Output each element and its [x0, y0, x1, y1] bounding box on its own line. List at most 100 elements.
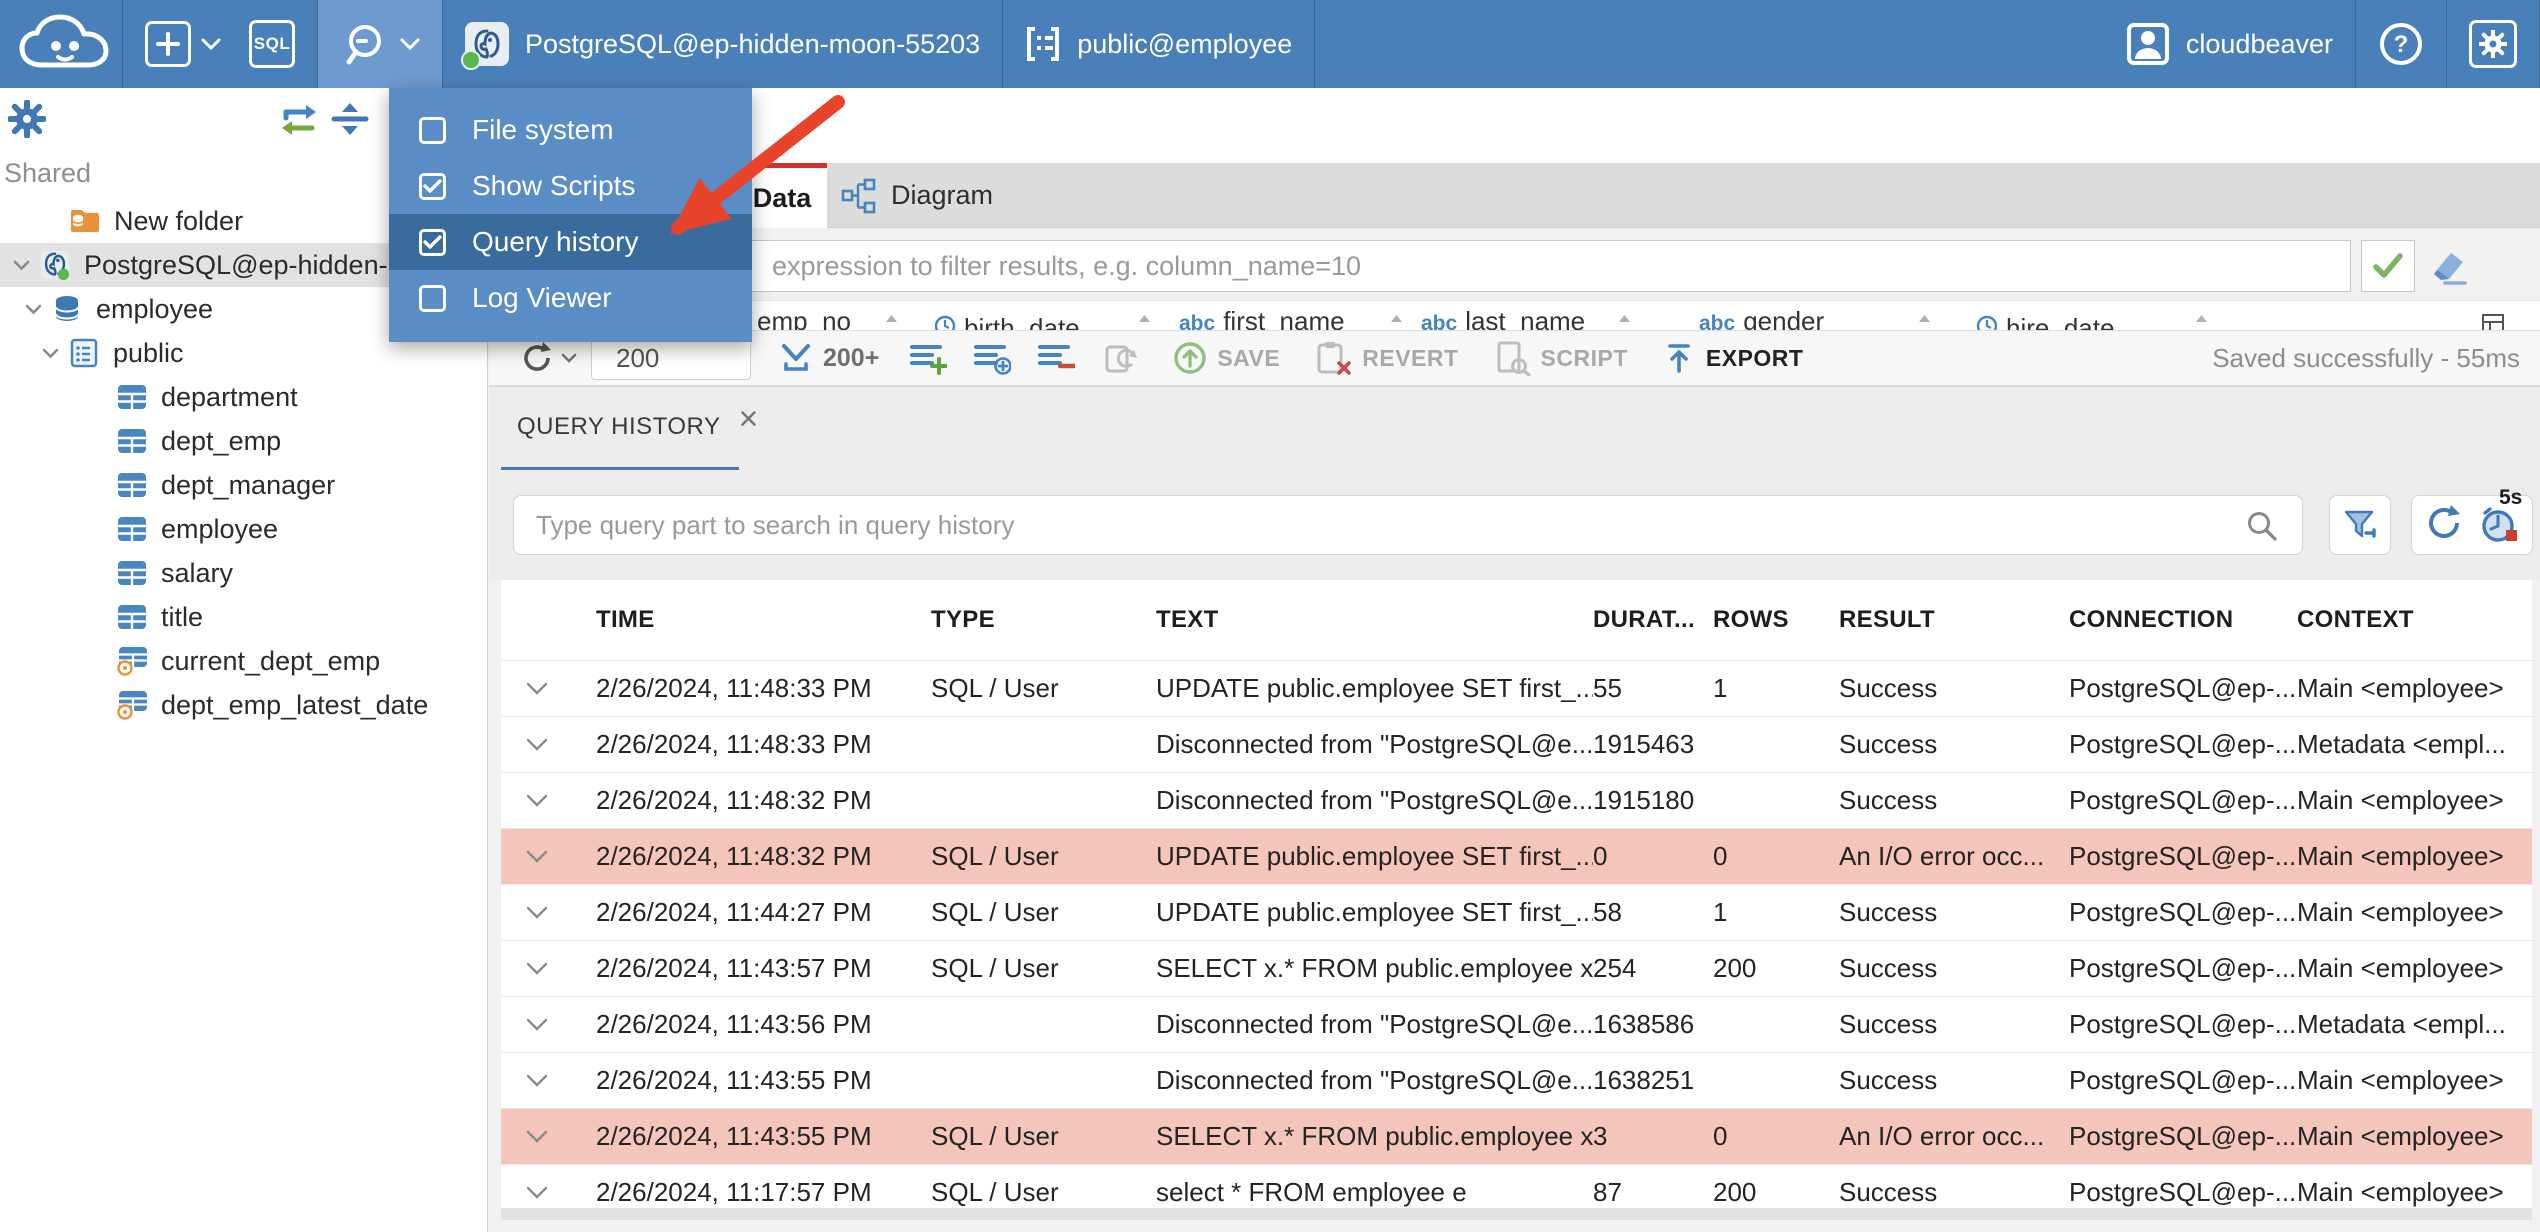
grid-col-first-name[interactable]: abc first_name — [1179, 301, 1345, 330]
checkbox[interactable] — [419, 172, 446, 200]
row-expand-chevron[interactable] — [501, 1074, 596, 1088]
sync-connection-icon[interactable] — [276, 102, 322, 143]
collapse-all-icon[interactable] — [330, 100, 370, 143]
tab-query-history[interactable]: QUERY HISTORY × — [501, 387, 758, 471]
grid-col-hire-date[interactable]: hire_date — [1976, 301, 2114, 330]
tools-menu-item[interactable]: Query history — [389, 214, 752, 270]
sort-icon[interactable] — [1389, 301, 1404, 330]
col-text[interactable]: TEXT — [1156, 606, 1593, 634]
row-limit-input[interactable] — [591, 336, 751, 380]
row-expand-chevron[interactable] — [501, 1018, 596, 1032]
sort-icon[interactable] — [1917, 301, 1932, 330]
sql-icon: SQL — [249, 20, 295, 68]
history-refresh-button[interactable] — [2424, 503, 2464, 548]
row-context: Main <employee> — [2297, 1121, 2504, 1151]
tree-item[interactable]: salary — [0, 551, 487, 595]
col-result[interactable]: RESULT — [1839, 606, 2069, 634]
duplicate-row-button[interactable] — [973, 341, 1012, 375]
tree-item[interactable]: dept_emp — [0, 419, 487, 463]
row-expand-chevron[interactable] — [501, 1130, 596, 1144]
help-button[interactable]: ? — [2356, 0, 2446, 88]
query-history-row[interactable]: 2/26/2024, 11:44:27 PM SQL / User UPDATE… — [501, 884, 2532, 940]
tab-diagram[interactable]: Diagram — [841, 163, 993, 228]
row-expand-chevron[interactable] — [501, 962, 596, 976]
grid-col-last-name[interactable]: abc last_name — [1421, 301, 1585, 330]
query-history-row[interactable]: 2/26/2024, 11:43:57 PM SQL / User SELECT… — [501, 940, 2532, 996]
plus-icon — [145, 21, 191, 67]
query-history-search-input[interactable] — [513, 495, 2303, 555]
horizontal-scrollbar[interactable] — [501, 1208, 2532, 1220]
grid-col-birth-date[interactable]: birth_date — [934, 301, 1080, 330]
col-time[interactable]: TIME — [596, 606, 931, 634]
script-button[interactable]: SCRIPT — [1493, 340, 1628, 376]
fetch-more-button[interactable]: 200+ — [779, 342, 909, 374]
revert-button[interactable]: REVERT — [1314, 340, 1458, 376]
checkbox[interactable] — [419, 284, 446, 312]
checkbox[interactable] — [419, 116, 446, 144]
col-connection[interactable]: CONNECTION — [2069, 606, 2297, 634]
new-connection-button[interactable] — [123, 0, 243, 88]
add-row-button[interactable] — [909, 341, 948, 375]
query-history-row[interactable]: 2/26/2024, 11:43:56 PM Disconnected from… — [501, 996, 2532, 1052]
row-connection: PostgreSQL@ep-... — [2069, 1121, 2297, 1151]
col-context[interactable]: CONTEXT — [2297, 606, 2532, 634]
save-button[interactable]: SAVE — [1173, 341, 1280, 375]
row-duration: 1915463 — [1593, 729, 1695, 759]
tree-item-label: department — [161, 381, 298, 412]
sort-icon[interactable] — [884, 301, 899, 330]
col-duration[interactable]: DURAT... — [1593, 606, 1713, 634]
tree-item[interactable]: dept_emp_latest_date — [0, 683, 487, 727]
query-history-row[interactable]: 2/26/2024, 11:43:55 PM SQL / User SELECT… — [501, 1108, 2532, 1164]
grid-settings-icon[interactable] — [2481, 301, 2505, 330]
query-history-row[interactable]: 2/26/2024, 11:43:55 PM Disconnected from… — [501, 1052, 2532, 1108]
tree-item[interactable]: dept_manager — [0, 463, 487, 507]
tools-menu-item[interactable]: Log Viewer — [389, 270, 752, 326]
tools-menu-item[interactable]: Show Scripts — [389, 158, 752, 214]
tree-item[interactable]: department — [0, 375, 487, 419]
apply-filter-button[interactable] — [2361, 240, 2415, 292]
sort-icon[interactable] — [2194, 301, 2209, 330]
schema-context-selector[interactable]: public@employee — [1003, 0, 1314, 88]
row-expand-chevron[interactable] — [501, 794, 596, 808]
result-set-toolbar: 200+ SAVE REVERT SCRIPT EXPORT — [489, 330, 2540, 386]
query-history-row[interactable]: 2/26/2024, 11:48:33 PM Disconnected from… — [501, 716, 2532, 772]
sort-icon[interactable] — [1617, 301, 1632, 330]
col-rows[interactable]: ROWS — [1713, 606, 1839, 634]
query-history-row[interactable]: 2/26/2024, 11:48:32 PM SQL / User UPDATE… — [501, 828, 2532, 884]
grid-col-gender[interactable]: abc gender — [1699, 301, 1824, 330]
row-expand-chevron[interactable] — [501, 850, 596, 864]
row-expand-chevron[interactable] — [501, 738, 596, 752]
query-history-row[interactable]: 2/26/2024, 11:48:33 PM SQL / User UPDATE… — [501, 660, 2532, 716]
user-menu[interactable]: cloudbeaver — [2104, 0, 2355, 88]
close-icon[interactable]: × — [738, 402, 758, 436]
col-type[interactable]: TYPE — [931, 606, 1156, 634]
eraser-icon[interactable] — [2425, 246, 2469, 291]
tree-item[interactable]: employee — [0, 507, 487, 551]
row-type: SQL / User — [931, 841, 1059, 871]
chevron-down-icon[interactable] — [8, 260, 34, 271]
chevron-down-icon — [400, 38, 420, 51]
tree-settings-button[interactable] — [7, 99, 47, 143]
refresh-button[interactable] — [519, 340, 577, 376]
chevron-down-icon[interactable] — [37, 348, 63, 359]
tree-item[interactable]: current_dept_emp — [0, 639, 487, 683]
filter-expression-input[interactable] — [499, 240, 2351, 292]
settings-button[interactable] — [2447, 0, 2539, 88]
history-filter-button[interactable] — [2329, 495, 2391, 555]
query-history-row[interactable]: 2/26/2024, 11:48:32 PM Disconnected from… — [501, 772, 2532, 828]
row-expand-chevron[interactable] — [501, 682, 596, 696]
row-expand-chevron[interactable] — [501, 1186, 596, 1200]
row-expand-chevron[interactable] — [501, 906, 596, 920]
tools-menu-item[interactable]: File system — [389, 102, 752, 158]
active-connection[interactable]: PostgreSQL@ep-hidden-moon-55203 — [443, 0, 1002, 88]
sort-icon[interactable] — [1137, 301, 1152, 330]
tools-menu-button[interactable] — [318, 0, 442, 88]
row-duration: 87 — [1593, 1177, 1622, 1207]
tree-item[interactable]: title — [0, 595, 487, 639]
auto-refresh-button[interactable] — [1101, 340, 1139, 376]
checkbox[interactable] — [419, 228, 446, 256]
delete-row-button[interactable] — [1037, 341, 1076, 375]
sql-editor-button[interactable]: SQL — [243, 0, 317, 88]
export-button[interactable]: EXPORT — [1662, 341, 1804, 375]
chevron-down-icon[interactable] — [20, 304, 46, 315]
